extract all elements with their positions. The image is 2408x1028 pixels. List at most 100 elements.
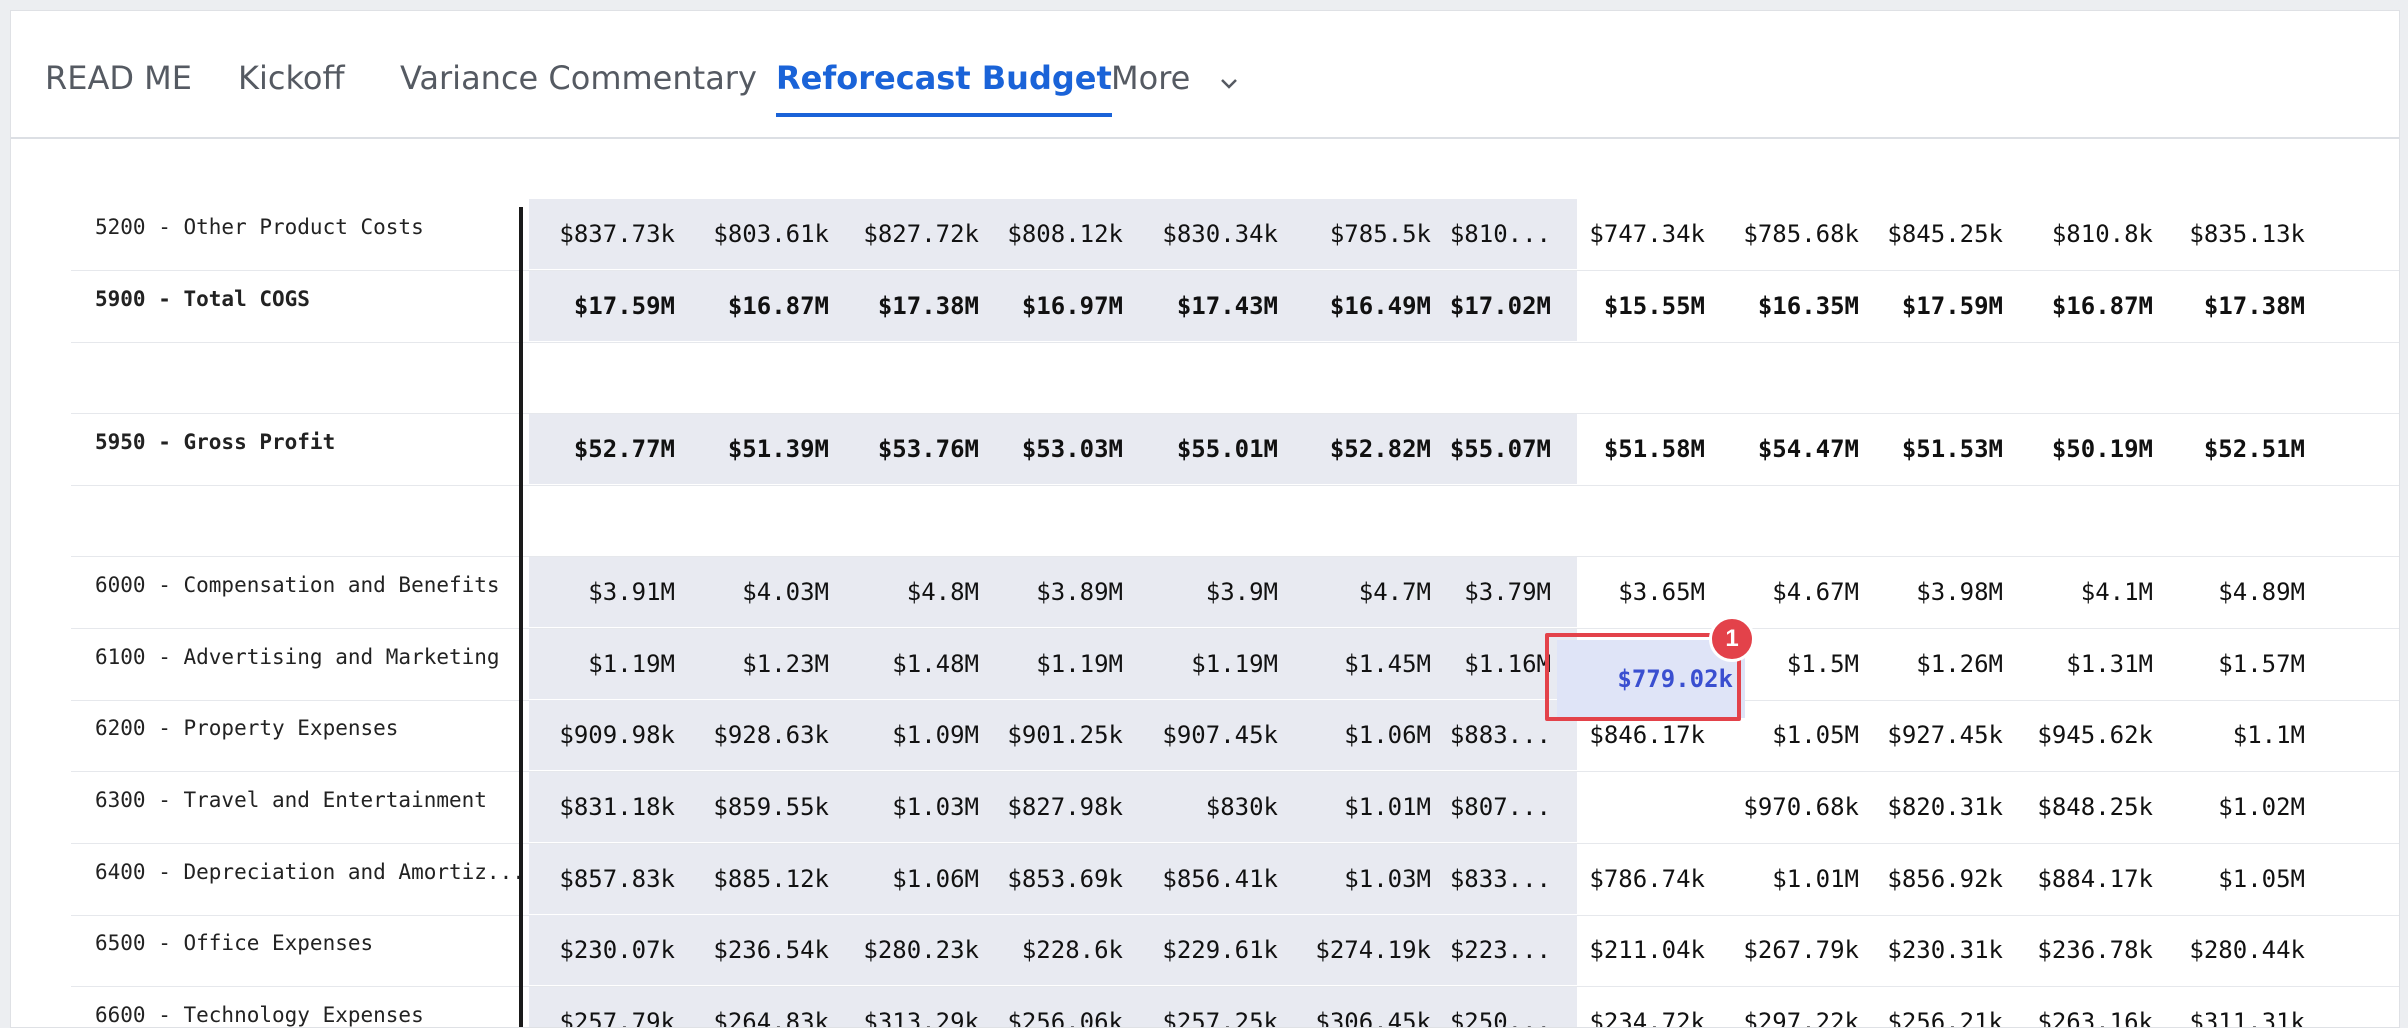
table-cell[interactable]: $857.83k — [535, 844, 675, 914]
table-cell[interactable]: $51.58M — [1565, 414, 1705, 484]
table-cell[interactable]: $1.48M — [839, 629, 979, 699]
table-cell[interactable]: $1.19M — [535, 629, 675, 699]
table-cell[interactable]: $264.83k — [689, 987, 829, 1027]
table-cell[interactable]: $16.87M — [689, 271, 829, 341]
table-cell[interactable]: $827.98k — [983, 772, 1123, 842]
table-cell[interactable]: $810.8k — [2013, 199, 2153, 269]
table-cell[interactable]: $1.26M — [1863, 629, 2003, 699]
table-cell[interactable]: $833... — [1411, 844, 1551, 914]
table-cell[interactable]: $236.78k — [2013, 915, 2153, 985]
tab-read-me[interactable]: READ ME — [45, 51, 192, 125]
table-cell[interactable]: $830.34k — [1138, 199, 1278, 269]
table-cell[interactable]: $4.89M — [2165, 557, 2305, 627]
table-cell[interactable]: $55.07M — [1411, 414, 1551, 484]
table-cell[interactable]: $807... — [1411, 772, 1551, 842]
table-cell[interactable]: $51.39M — [689, 414, 829, 484]
table-cell[interactable]: $835.13k — [2165, 199, 2305, 269]
table-cell[interactable]: $17.43M — [1138, 271, 1278, 341]
tab-more[interactable]: More — [1111, 51, 1239, 125]
table-cell[interactable]: $280.23k — [839, 915, 979, 985]
table-cell[interactable]: $907.45k — [1138, 700, 1278, 770]
table-cell[interactable]: $808.12k — [983, 199, 1123, 269]
table-cell[interactable]: $17.02M — [1411, 271, 1551, 341]
table-cell[interactable]: $1.06M — [1291, 700, 1431, 770]
table-cell[interactable]: $274.19k — [1291, 915, 1431, 985]
table-cell[interactable]: $16.35M — [1719, 271, 1859, 341]
table-cell[interactable]: $16.97M — [983, 271, 1123, 341]
table-cell[interactable]: $810... — [1411, 199, 1551, 269]
table-cell[interactable]: $853.69k — [983, 844, 1123, 914]
table-cell[interactable]: $859.55k — [689, 772, 829, 842]
table-cell[interactable]: $256.06k — [983, 987, 1123, 1027]
table-cell[interactable]: $3.65M — [1565, 557, 1705, 627]
table-cell[interactable]: $1.02M — [2165, 772, 2305, 842]
table-cell[interactable]: $4.03M — [689, 557, 829, 627]
table-cell[interactable]: $4.1M — [2013, 557, 2153, 627]
table-cell[interactable]: $306.45k — [1291, 987, 1431, 1027]
tab-reforecast-budget[interactable]: Reforecast Budget — [776, 51, 1112, 125]
table-cell[interactable]: $3.89M — [983, 557, 1123, 627]
table-cell[interactable]: $827.72k — [839, 199, 979, 269]
table-cell[interactable]: $223... — [1411, 915, 1551, 985]
table-cell[interactable]: $747.34k — [1565, 199, 1705, 269]
table-cell[interactable]: $54.47M — [1719, 414, 1859, 484]
table-cell[interactable]: $970.68k — [1719, 772, 1859, 842]
table-cell[interactable]: $313.29k — [839, 987, 979, 1027]
table-cell[interactable]: $263.16k — [2013, 987, 2153, 1027]
table-cell[interactable]: $1.57M — [2165, 629, 2305, 699]
table-cell[interactable]: $53.76M — [839, 414, 979, 484]
table-cell[interactable]: $830k — [1138, 772, 1278, 842]
table-cell[interactable]: $1.19M — [1138, 629, 1278, 699]
table-cell[interactable]: $50.19M — [2013, 414, 2153, 484]
table-cell[interactable]: $785.68k — [1719, 199, 1859, 269]
table-cell[interactable]: $211.04k — [1565, 915, 1705, 985]
table-cell[interactable]: $1.09M — [839, 700, 979, 770]
table-cell[interactable]: $250... — [1411, 987, 1551, 1027]
table-cell[interactable]: $845.25k — [1863, 199, 2003, 269]
table-cell[interactable]: $17.38M — [839, 271, 979, 341]
table-cell[interactable]: $837.73k — [535, 199, 675, 269]
table-cell[interactable]: $848.25k — [2013, 772, 2153, 842]
table-cell[interactable] — [1565, 772, 1705, 842]
table-cell[interactable]: $311.31k — [2165, 987, 2305, 1027]
table-cell[interactable]: $55.01M — [1138, 414, 1278, 484]
table-cell[interactable]: $1.01M — [1291, 772, 1431, 842]
table-cell[interactable]: $1.03M — [839, 772, 979, 842]
table-cell[interactable]: $257.79k — [535, 987, 675, 1027]
table-cell[interactable]: $4.8M — [839, 557, 979, 627]
table-cell[interactable]: $1.45M — [1291, 629, 1431, 699]
table-cell[interactable]: $52.51M — [2165, 414, 2305, 484]
table-cell[interactable]: $1.06M — [839, 844, 979, 914]
table-cell[interactable]: $280.44k — [2165, 915, 2305, 985]
table-cell[interactable]: $856.92k — [1863, 844, 2003, 914]
table-cell[interactable]: $17.59M — [1863, 271, 2003, 341]
table-cell[interactable]: $17.59M — [535, 271, 675, 341]
tab-variance-commentary[interactable]: Variance Commentary — [400, 51, 757, 125]
table-cell[interactable]: $257.25k — [1138, 987, 1278, 1027]
table-cell[interactable]: $1.31M — [2013, 629, 2153, 699]
tab-kickoff[interactable]: Kickoff — [238, 51, 344, 125]
table-cell[interactable]: $17.38M — [2165, 271, 2305, 341]
table-cell[interactable]: $1.03M — [1291, 844, 1431, 914]
table-cell[interactable]: $885.12k — [689, 844, 829, 914]
table-cell[interactable]: $1.01M — [1719, 844, 1859, 914]
table-cell[interactable]: $901.25k — [983, 700, 1123, 770]
table-cell[interactable]: $16.87M — [2013, 271, 2153, 341]
table-cell[interactable]: $3.79M — [1411, 557, 1551, 627]
table-cell[interactable]: $16.49M — [1291, 271, 1431, 341]
table-cell[interactable]: $53.03M — [983, 414, 1123, 484]
table-cell[interactable]: $267.79k — [1719, 915, 1859, 985]
table-cell[interactable]: $51.53M — [1863, 414, 2003, 484]
table-cell[interactable]: $228.6k — [983, 915, 1123, 985]
table-cell[interactable]: $928.63k — [689, 700, 829, 770]
table-cell[interactable]: $234.72k — [1565, 987, 1705, 1027]
table-cell[interactable]: $3.9M — [1138, 557, 1278, 627]
table-cell[interactable]: $1.16M — [1411, 629, 1551, 699]
table-cell[interactable]: $786.74k — [1565, 844, 1705, 914]
table-cell[interactable]: $1.1M — [2165, 700, 2305, 770]
table-cell[interactable]: $4.7M — [1291, 557, 1431, 627]
table-cell[interactable]: $909.98k — [535, 700, 675, 770]
table-cell[interactable]: $945.62k — [2013, 700, 2153, 770]
table-cell[interactable]: $3.91M — [535, 557, 675, 627]
table-cell[interactable]: $230.07k — [535, 915, 675, 985]
